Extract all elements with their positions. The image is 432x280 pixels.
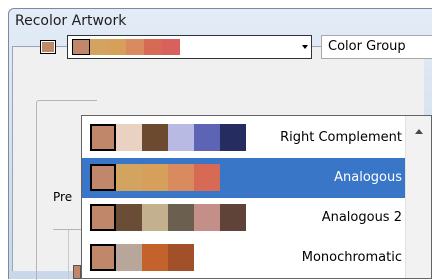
harmony-color-cell — [194, 164, 220, 191]
harmony-color-cell — [90, 164, 116, 191]
current-color-fill — [42, 42, 54, 52]
combo-color-strip — [72, 39, 180, 55]
harmony-color-strip — [90, 244, 194, 271]
scroll-up-arrow-icon[interactable] — [415, 129, 423, 134]
harmony-color-cell — [168, 244, 194, 271]
harmony-color-cell — [90, 124, 116, 151]
harmony-color-cell — [90, 204, 116, 231]
harmony-color-cell — [116, 244, 142, 271]
harmony-color-cell — [116, 164, 142, 191]
harmony-color-strip — [90, 164, 220, 191]
harmony-color-cell — [142, 124, 168, 151]
harmony-color-cell — [116, 204, 142, 231]
combo-color-cell — [126, 39, 144, 55]
harmony-rules-dropdown[interactable]: Right Complement Analogous Analogous 2 Mono… — [81, 115, 432, 279]
harmony-color-cell — [194, 204, 220, 231]
combo-color-cell — [72, 39, 90, 55]
panel-column-divider — [68, 230, 69, 279]
harmony-color-cell — [168, 164, 194, 191]
harmony-rule-item[interactable]: Right Complement — [82, 118, 406, 158]
harmony-color-cell — [194, 124, 220, 151]
combo-color-cell — [108, 39, 126, 55]
harmony-color-cell — [168, 124, 194, 151]
preset-label: Pre — [53, 190, 73, 204]
harmony-rule-label: Analogous — [334, 170, 402, 185]
harmony-color-strip — [90, 124, 246, 151]
harmony-rule-item[interactable]: Analogous 2 — [82, 198, 406, 238]
chevron-down-icon[interactable] — [302, 45, 308, 49]
harmony-color-cell — [220, 204, 246, 231]
dropdown-scrollbar[interactable] — [405, 116, 431, 278]
color-group-select[interactable]: Color Group — [321, 35, 432, 59]
harmony-color-cell — [168, 204, 194, 231]
harmony-color-cell — [116, 124, 142, 151]
harmony-rule-label: Monochromatic — [301, 250, 402, 265]
combo-color-cell — [162, 39, 180, 55]
harmony-rule-label: Analogous 2 — [321, 210, 402, 225]
window-title: Recolor Artwork — [15, 13, 127, 29]
harmony-rule-label: Right Complement — [280, 130, 402, 145]
harmony-rules-combo[interactable] — [67, 35, 312, 59]
harmony-color-cell — [90, 244, 116, 271]
harmony-color-cell — [142, 204, 168, 231]
harmony-color-cell — [142, 164, 168, 191]
harmony-color-cell — [142, 244, 168, 271]
current-color-swatch[interactable] — [40, 40, 56, 54]
harmony-rule-item[interactable]: Analogous — [82, 158, 406, 198]
combo-color-cell — [90, 39, 108, 55]
panel-color-chip — [73, 265, 81, 279]
harmony-color-strip — [90, 204, 246, 231]
harmony-color-cell — [220, 124, 246, 151]
combo-color-cell — [144, 39, 162, 55]
harmony-rule-item[interactable]: Monochromatic — [82, 238, 406, 278]
